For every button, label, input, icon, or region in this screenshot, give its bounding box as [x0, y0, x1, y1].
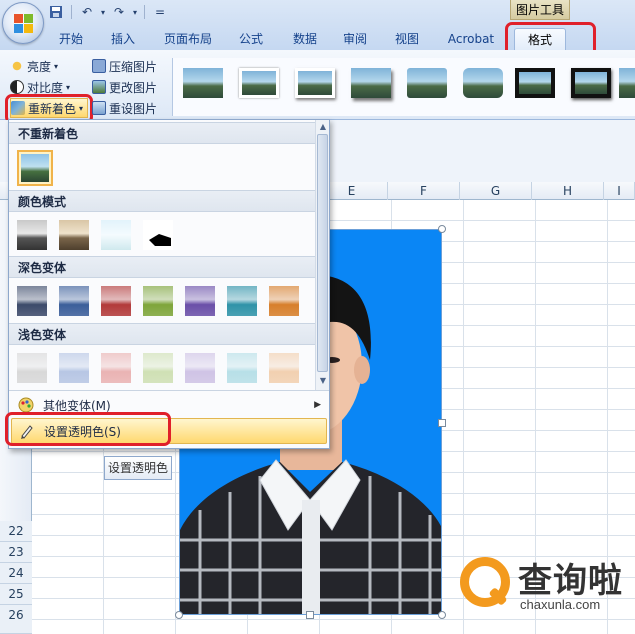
customize-qat-icon[interactable]: = [150, 3, 170, 21]
reset-picture-button[interactable]: 重设图片 [92, 98, 157, 118]
redo-dropdown-icon[interactable]: ▾ [131, 3, 139, 21]
qat-separator [71, 5, 72, 19]
grayscale-swatch[interactable] [17, 220, 47, 250]
light-variation-swatch[interactable] [17, 353, 47, 383]
dark-variation-swatch[interactable] [59, 286, 89, 316]
picture-style-thumb[interactable] [351, 68, 391, 98]
picture-style-thumb[interactable] [183, 68, 223, 98]
scroll-thumb[interactable] [317, 134, 328, 372]
column-header-g[interactable]: G [460, 182, 532, 200]
section-no-recolor: 不重新着色 [9, 122, 315, 144]
magnifier-icon [460, 557, 510, 607]
scroll-down-icon[interactable]: ▼ [318, 376, 328, 386]
change-picture-label: 更改图片 [109, 80, 158, 95]
submenu-arrow-icon: ▶ [314, 400, 321, 410]
watermark-brand: 查询啦 [518, 561, 623, 601]
picture-style-thumb[interactable] [619, 68, 635, 98]
sepia-swatch[interactable] [59, 220, 89, 250]
no-recolor-swatch[interactable] [17, 150, 53, 186]
tab-review[interactable]: 审阅 [334, 28, 376, 50]
tab-insert[interactable]: 插入 [102, 28, 144, 50]
highlight-set-transparent [5, 412, 171, 446]
chevron-down-icon: ▾ [66, 82, 71, 92]
watermark-url: chaxunla.com [520, 597, 601, 612]
change-picture-icon [92, 80, 106, 94]
picture-style-thumb[interactable] [571, 68, 611, 98]
scroll-up-icon[interactable]: ▲ [318, 122, 328, 132]
row-header-24[interactable]: 24 [0, 563, 32, 584]
chevron-down-icon: ▾ [54, 61, 59, 71]
office-logo-icon [14, 14, 34, 34]
dark-variation-swatch[interactable] [17, 286, 47, 316]
tab-data[interactable]: 数据 [284, 28, 326, 50]
dark-variation-swatch[interactable] [101, 286, 131, 316]
recolor-dropdown: 不重新着色 颜色模式 深色变体 浅色变体 ▲ ▼ 其他变体(M) ▶ 设置透明色… [8, 119, 330, 449]
tab-acrobat[interactable]: Acrobat [438, 28, 504, 50]
sun-icon [10, 59, 24, 73]
resize-handle[interactable] [438, 611, 446, 619]
picture-style-thumb[interactable] [239, 68, 279, 98]
brightness-button[interactable]: 亮度 ▾ [10, 56, 58, 76]
light-variation-swatch[interactable] [227, 353, 257, 383]
picture-styles-gallery [172, 58, 635, 116]
brightness-label: 亮度 [27, 59, 52, 74]
reset-picture-label: 重设图片 [109, 101, 158, 116]
picture-tools-label: 图片工具 [510, 0, 570, 20]
tooltip: 设置透明色 [104, 456, 172, 480]
picture-style-thumb[interactable] [463, 68, 503, 98]
contrast-icon [10, 80, 24, 94]
row-header-23[interactable]: 23 [0, 542, 32, 563]
change-picture-button[interactable]: 更改图片 [92, 77, 157, 97]
resize-handle[interactable] [175, 611, 183, 619]
washout-swatch[interactable] [101, 220, 131, 250]
compress-pictures-button[interactable]: 压缩图片 [92, 56, 157, 76]
compress-label: 压缩图片 [109, 59, 158, 74]
dark-variation-swatch[interactable] [185, 286, 215, 316]
tab-view[interactable]: 视图 [386, 28, 428, 50]
watermark-logo: 查询啦 chaxunla.com [458, 545, 634, 621]
section-light-variations: 浅色变体 [9, 323, 315, 345]
undo-icon[interactable]: ↶ [77, 3, 97, 21]
office-button[interactable] [2, 2, 44, 44]
dropdown-scrollbar[interactable]: ▲ ▼ [315, 120, 329, 390]
row-header-25[interactable]: 25 [0, 584, 32, 605]
dark-variation-swatch[interactable] [227, 286, 257, 316]
resize-handle[interactable] [306, 611, 314, 619]
resize-handle[interactable] [438, 225, 446, 233]
light-variation-swatch[interactable] [185, 353, 215, 383]
column-header-i[interactable]: I [604, 182, 635, 200]
row-header-22[interactable]: 22 [0, 521, 32, 542]
title-bar: ↶ ▾ ↷ ▾ = 图片工具 开始 插入 页面布局 公式 数据 审阅 视图 Ac… [0, 0, 635, 58]
tab-page-layout[interactable]: 页面布局 [156, 28, 220, 50]
column-header-h[interactable]: H [532, 182, 604, 200]
dark-variation-swatch[interactable] [269, 286, 299, 316]
light-variation-swatch[interactable] [59, 353, 89, 383]
redo-icon[interactable]: ↷ [109, 3, 129, 21]
picture-style-thumb[interactable] [295, 68, 335, 98]
ribbon: 亮度 ▾ 对比度 ▾ 重新着色 ▾ 压缩图片 更改图片 重设图片 [0, 50, 635, 124]
row-header-26[interactable]: 26 [0, 605, 32, 634]
save-icon[interactable] [46, 3, 66, 21]
resize-handle[interactable] [438, 419, 446, 427]
column-header-f[interactable]: F [388, 182, 460, 200]
menu-divider [9, 390, 329, 391]
tab-formulas[interactable]: 公式 [230, 28, 272, 50]
tab-home[interactable]: 开始 [50, 28, 92, 50]
undo-dropdown-icon[interactable]: ▾ [99, 3, 107, 21]
light-variation-swatch[interactable] [143, 353, 173, 383]
section-color-modes: 颜色模式 [9, 190, 315, 212]
compress-icon [92, 59, 106, 73]
reset-picture-icon [92, 101, 106, 115]
contrast-label: 对比度 [27, 80, 64, 95]
black-white-swatch[interactable] [143, 220, 173, 250]
quick-access-toolbar: ↶ ▾ ↷ ▾ = [46, 2, 170, 22]
more-variations-label: 其他变体(M) [43, 398, 111, 413]
picture-style-thumb[interactable] [515, 68, 555, 98]
section-dark-variations: 深色变体 [9, 256, 315, 278]
light-variation-swatch[interactable] [101, 353, 131, 383]
picture-style-thumb[interactable] [407, 68, 447, 98]
dark-variation-swatch[interactable] [143, 286, 173, 316]
light-variation-swatch[interactable] [269, 353, 299, 383]
qat-separator [144, 5, 145, 19]
